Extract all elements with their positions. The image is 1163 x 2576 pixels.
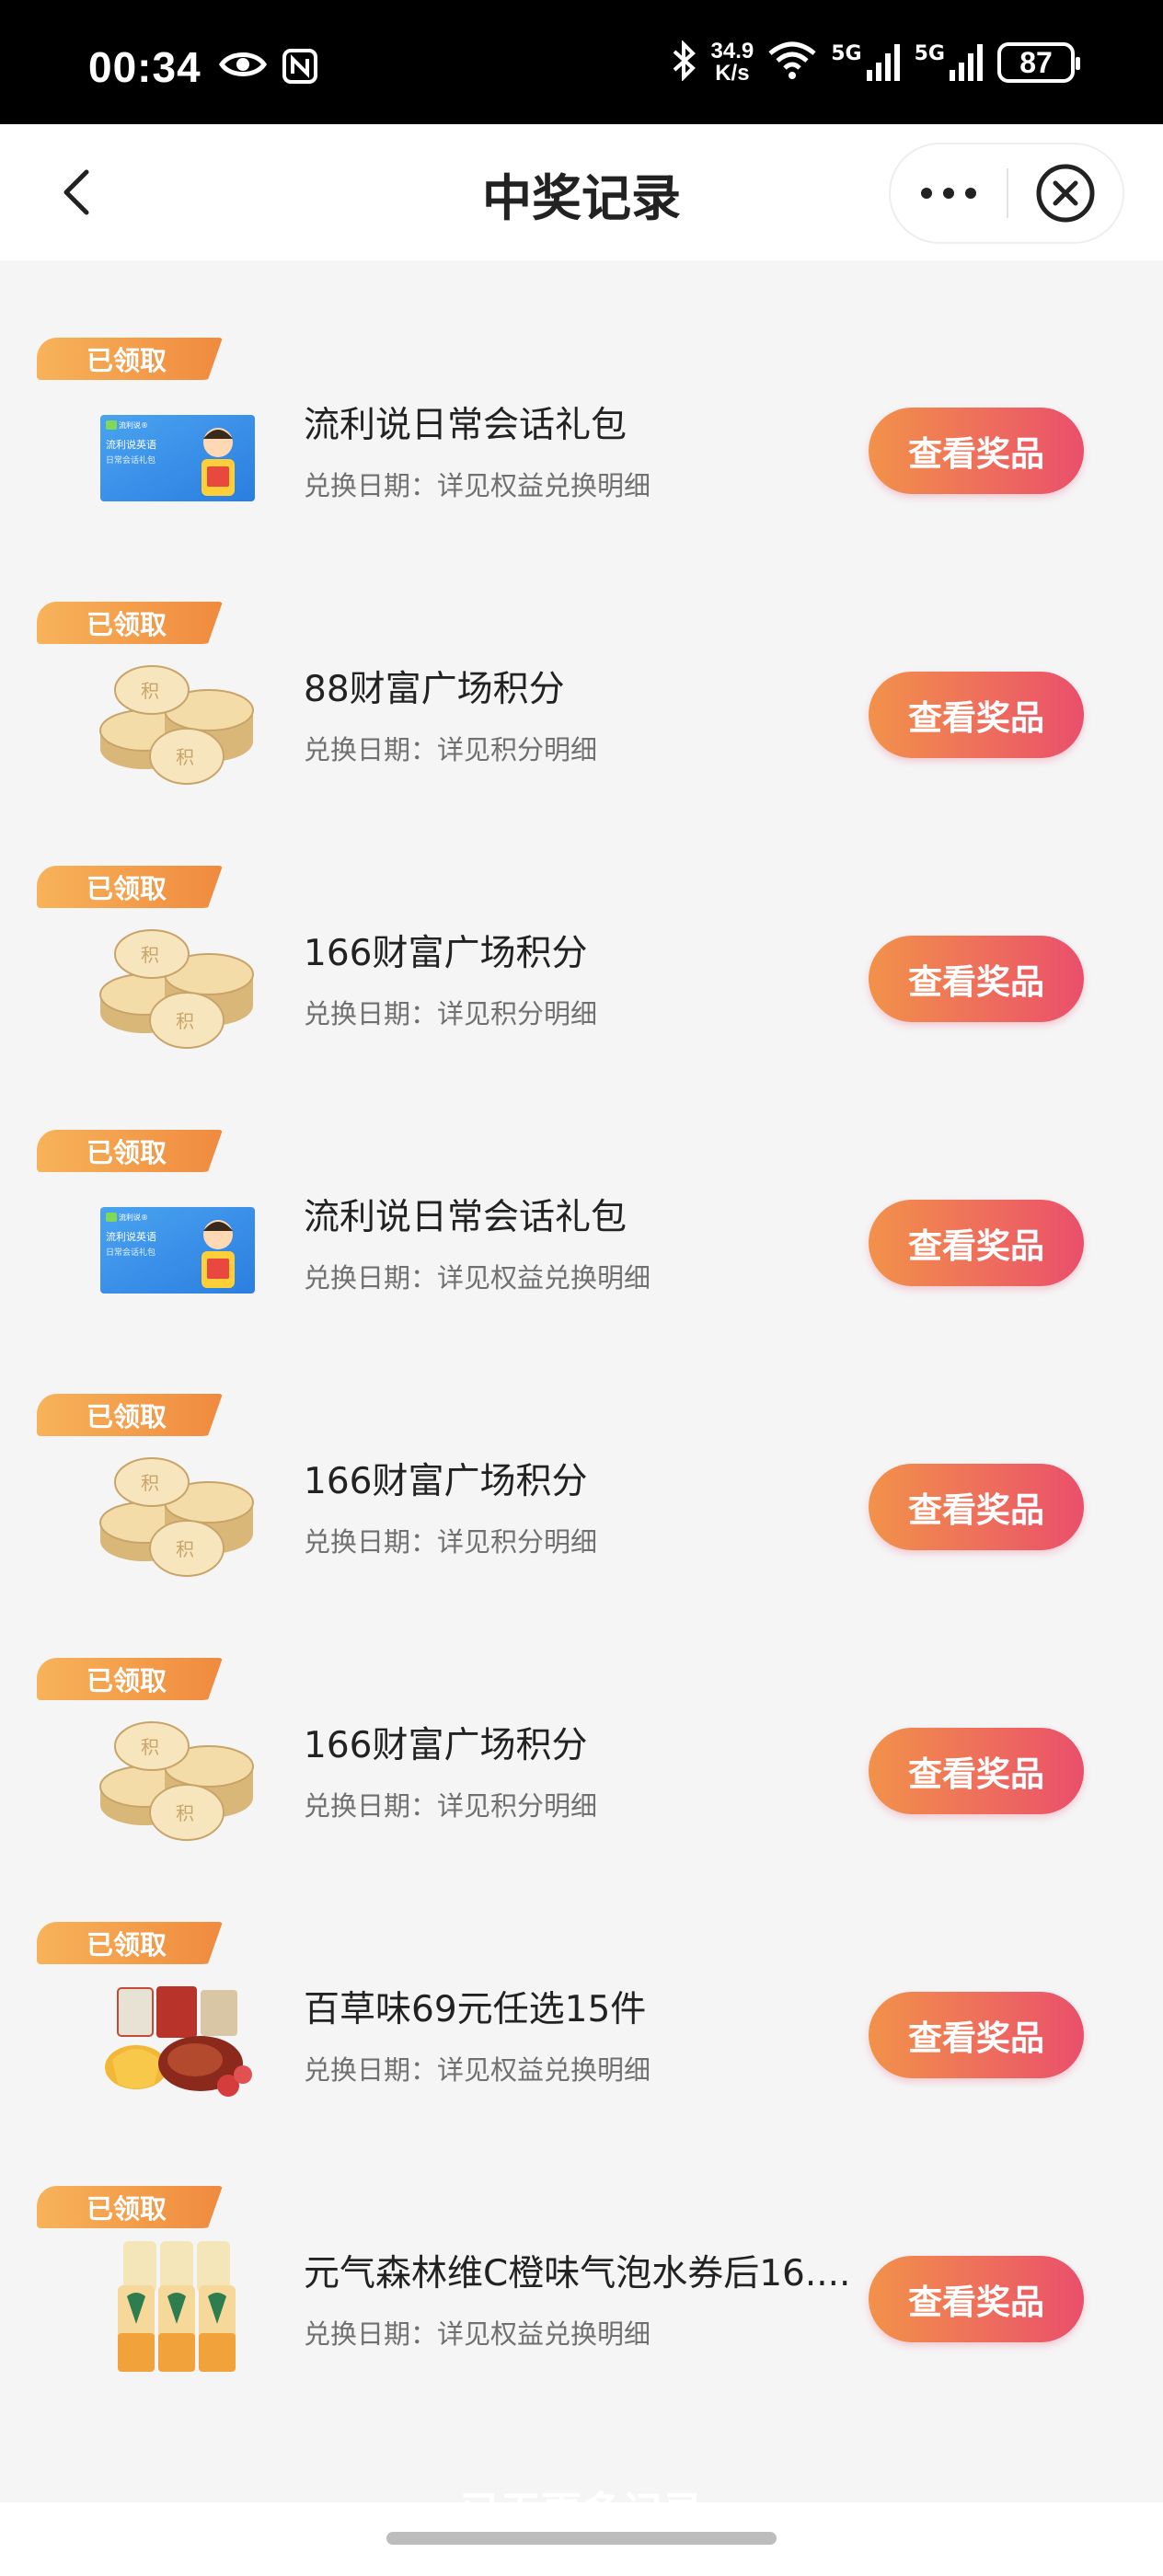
list-item: 已领取 积 积 166财富广场积分 兑换日期：详见积分明细 查看奖品 xyxy=(0,788,1163,1052)
drink-cans-icon xyxy=(92,2237,263,2375)
svg-text:流利说英语: 流利说英语 xyxy=(106,1230,156,1243)
eye-icon xyxy=(219,48,267,88)
list-item: 已领取 流利说® 流利说英语 日常会话礼包 流利说日常会话礼包 兑换日期：详见权… xyxy=(0,1052,1163,1317)
svg-text:积: 积 xyxy=(141,1736,159,1758)
wifi-icon xyxy=(766,40,818,85)
bluetooth-icon xyxy=(671,40,698,85)
nfc-icon xyxy=(282,48,318,88)
claimed-tag: 已领取 xyxy=(37,1394,223,1436)
redeem-date: 兑换日期：详见积分明细 xyxy=(304,998,598,1029)
svg-text:流利说®: 流利说® xyxy=(119,420,148,430)
coins-icon: 积 积 xyxy=(92,917,263,1055)
prize-title: 流利说日常会话礼包 xyxy=(304,1197,628,1238)
list-item: 已领取 元气森林维C橙味气泡水券后16.... 兑换日期：详见权益兑换明细 查看… xyxy=(0,2109,1163,2373)
no-more-records-hint: 已无更多记录 xyxy=(0,2478,1163,2506)
prize-title: 元气森林维C橙味气泡水券后16.... xyxy=(304,2253,851,2294)
svg-text:积: 积 xyxy=(141,944,159,966)
status-time: 00:34 xyxy=(88,43,202,91)
prize-title: 百草味69元任选15件 xyxy=(304,1989,647,2030)
claimed-tag: 已领取 xyxy=(37,1658,223,1700)
signal-icon-2: 5G xyxy=(915,42,985,83)
claimed-tag: 已领取 xyxy=(37,602,223,644)
list-item: 已领取 积 积 166财富广场积分 兑换日期：详见积分明细 查看奖品 xyxy=(0,1581,1163,1845)
claimed-tag: 已领取 xyxy=(37,338,223,380)
prize-title: 166财富广场积分 xyxy=(304,1461,588,1502)
redeem-date: 兑换日期：详见权益兑换明细 xyxy=(304,2318,651,2350)
list-item: 已领取 流利说® 流利说英语 日常会话礼包 流利说日常会话礼包 兑换日期：详见权… xyxy=(0,260,1163,524)
redeem-date: 兑换日期：详见积分明细 xyxy=(304,734,598,765)
snacks-icon xyxy=(92,1973,263,2111)
claimed-tag: 已领取 xyxy=(37,2186,223,2228)
course-card-icon: 流利说® 流利说英语 日常会话礼包 xyxy=(92,389,263,527)
view-prize-button[interactable]: 查看奖品 xyxy=(869,1728,1084,1814)
redeem-date: 兑换日期：详见积分明细 xyxy=(304,1790,598,1822)
view-prize-button[interactable]: 查看奖品 xyxy=(869,936,1084,1022)
course-card-icon: 流利说® 流利说英语 日常会话礼包 xyxy=(92,1181,263,1319)
svg-text:流利说®: 流利说® xyxy=(119,1213,148,1222)
claimed-tag: 已领取 xyxy=(37,1130,223,1172)
battery-icon: 87 xyxy=(997,42,1080,83)
coins-icon: 积 积 xyxy=(92,1445,263,1583)
list-item: 已领取 积 积 88财富广场积分 兑换日期：详见积分明细 查看奖品 xyxy=(0,524,1163,788)
coins-icon: 积 积 xyxy=(92,1709,263,1847)
svg-text:积: 积 xyxy=(176,1538,194,1560)
more-dots-icon xyxy=(921,188,976,199)
redeem-date: 兑换日期：详见权益兑换明细 xyxy=(304,2054,651,2086)
claimed-tag: 已领取 xyxy=(37,866,223,908)
prize-title: 88财富广场积分 xyxy=(304,669,565,710)
signal-icon-1: 5G xyxy=(831,42,901,83)
view-prize-button[interactable]: 查看奖品 xyxy=(869,2256,1084,2342)
redeem-date: 兑换日期：详见权益兑换明细 xyxy=(304,470,651,501)
close-icon xyxy=(1036,164,1095,223)
view-prize-button[interactable]: 查看奖品 xyxy=(869,408,1084,494)
svg-text:积: 积 xyxy=(176,1802,194,1824)
claimed-tag: 已领取 xyxy=(37,1922,223,1964)
prize-title: 166财富广场积分 xyxy=(304,1725,588,1766)
svg-text:积: 积 xyxy=(176,1010,194,1032)
redeem-date: 兑换日期：详见积分明细 xyxy=(304,1526,598,1558)
network-speed: 34.9 K/s xyxy=(710,39,754,86)
more-button[interactable] xyxy=(891,144,1007,242)
prize-title: 流利说日常会话礼包 xyxy=(304,405,628,446)
svg-text:积: 积 xyxy=(141,680,159,702)
view-prize-button[interactable]: 查看奖品 xyxy=(869,1200,1084,1286)
prize-title: 166财富广场积分 xyxy=(304,933,588,974)
close-button[interactable] xyxy=(1008,144,1123,242)
status-bar: 00:34 34.9 K/s 5G 5G 87 xyxy=(0,0,1163,124)
view-prize-button[interactable]: 查看奖品 xyxy=(869,1464,1084,1550)
svg-text:日常会话礼包: 日常会话礼包 xyxy=(106,1247,155,1258)
svg-text:流利说英语: 流利说英语 xyxy=(106,438,156,451)
svg-text:日常会话礼包: 日常会话礼包 xyxy=(106,454,155,466)
view-prize-button[interactable]: 查看奖品 xyxy=(869,672,1084,758)
home-indicator[interactable] xyxy=(386,2532,777,2545)
svg-text:积: 积 xyxy=(141,1472,159,1494)
coins-icon: 积 积 xyxy=(92,653,263,791)
redeem-date: 兑换日期：详见权益兑换明细 xyxy=(304,1262,651,1294)
list-item: 已领取 积 积 166财富广场积分 兑换日期：详见积分明细 查看奖品 xyxy=(0,1317,1163,1581)
svg-text:积: 积 xyxy=(176,746,194,768)
view-prize-button[interactable]: 查看奖品 xyxy=(869,1992,1084,2078)
mini-program-capsule xyxy=(889,143,1124,244)
list-item: 已领取 百草味69元任选15件 兑换日期：详见权益兑换明细 查看奖品 xyxy=(0,1845,1163,2109)
nav-header: 中奖记录 xyxy=(0,124,1163,260)
